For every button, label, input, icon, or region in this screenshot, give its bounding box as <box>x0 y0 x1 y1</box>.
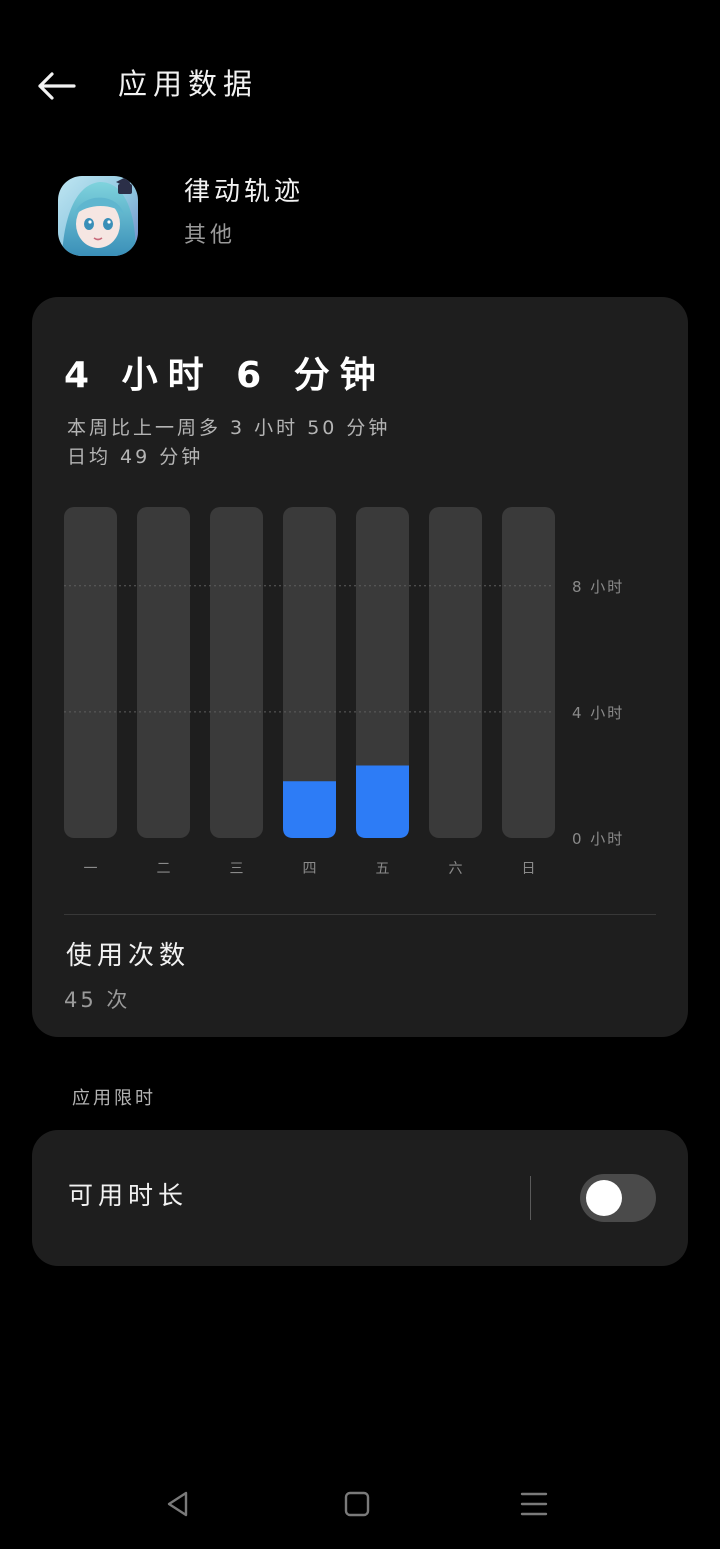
toggle-knob <box>586 1180 622 1216</box>
app-icon <box>58 176 138 256</box>
available-time-label: 可用时长 <box>68 1181 189 1210</box>
back-arrow-icon <box>38 72 76 100</box>
back-button[interactable] <box>30 62 82 110</box>
weekly-comparison: 本周比上一周多 3 小时 50 分钟 <box>67 417 391 439</box>
total-usage-time: 4 小时 6 分钟 <box>64 355 386 396</box>
app-category: 其他 <box>184 223 237 248</box>
launch-count-value: 45 次 <box>64 988 131 1012</box>
page-title: 应用数据 <box>118 67 259 101</box>
usage-bar-4[interactable] <box>283 781 336 838</box>
menu-lines-icon <box>520 1492 548 1516</box>
app-name: 律动轨迹 <box>184 177 305 207</box>
app-limit-section-label: 应用限时 <box>72 1088 156 1109</box>
limit-divider <box>530 1176 531 1220</box>
usage-card <box>32 297 688 1037</box>
nav-home-button[interactable] <box>327 1474 387 1534</box>
daily-average: 日均 49 分钟 <box>67 446 204 468</box>
triangle-back-icon <box>167 1491 188 1517</box>
nav-menu-button[interactable] <box>504 1474 564 1534</box>
usage-bar-5[interactable] <box>356 765 409 838</box>
available-time-toggle[interactable] <box>580 1174 656 1222</box>
nav-back-button[interactable] <box>148 1474 208 1534</box>
card-divider <box>64 914 656 915</box>
launch-count-label: 使用次数 <box>66 941 191 971</box>
square-home-icon <box>344 1491 370 1517</box>
